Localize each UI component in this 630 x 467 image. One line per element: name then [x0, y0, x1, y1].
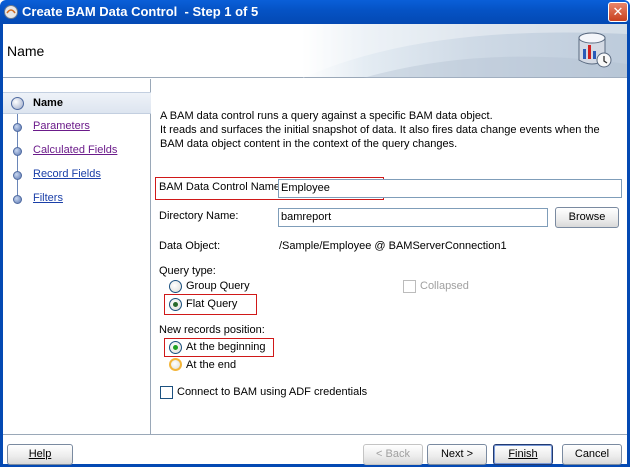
- query-type-label: Query type:: [159, 265, 216, 277]
- description-text: A BAM data control runs a query against …: [160, 109, 620, 151]
- wizard-header: Name: [3, 24, 627, 78]
- wizard-step-nav: Name Parameters Calculated Fields Record…: [3, 79, 151, 434]
- step-dot-icon: [13, 147, 22, 156]
- nav-step-label: Name: [33, 97, 63, 109]
- page-heading: Name: [7, 43, 45, 59]
- flat-query-radio[interactable]: [169, 298, 182, 311]
- next-button-label: Next >: [440, 448, 474, 460]
- footer-separator: [3, 434, 627, 435]
- collapsed-checkbox[interactable]: [403, 280, 416, 293]
- nav-step-name[interactable]: Name: [3, 92, 151, 114]
- nav-step-label: Calculated Fields: [33, 144, 118, 156]
- adf-credentials-label: Connect to BAM using ADF credentials: [177, 386, 368, 398]
- nav-step-label: Filters: [33, 192, 63, 204]
- control-name-label: BAM Data Control Name:: [159, 181, 284, 193]
- nav-step-calculated-fields[interactable]: Calculated Fields: [3, 140, 151, 162]
- data-object-label: Data Object:: [159, 240, 221, 252]
- flat-query-label: Flat Query: [186, 298, 238, 310]
- nav-step-label: Parameters: [33, 120, 90, 132]
- at-beginning-radio[interactable]: [169, 341, 182, 354]
- nav-step-record-fields[interactable]: Record Fields: [3, 164, 151, 186]
- cancel-button-label: Cancel: [574, 448, 610, 460]
- back-button-label: < Back: [376, 448, 410, 460]
- control-name-input[interactable]: Employee: [278, 179, 622, 198]
- wizard-content: A BAM data control runs a query against …: [152, 79, 627, 434]
- new-records-label: New records position:: [159, 324, 265, 336]
- nav-step-filters[interactable]: Filters: [3, 188, 151, 210]
- close-icon: ✕: [612, 4, 624, 19]
- help-button-label: Help: [28, 448, 52, 460]
- directory-name-input[interactable]: bamreport: [278, 208, 548, 227]
- adf-credentials-checkbox[interactable]: [160, 386, 173, 399]
- close-window-button[interactable]: ✕: [608, 2, 628, 22]
- description-line: It reads and surfaces the initial snapsh…: [160, 124, 600, 136]
- nav-step-parameters[interactable]: Parameters: [3, 116, 151, 138]
- jdeveloper-app-icon: [4, 5, 18, 19]
- cancel-button[interactable]: Cancel: [562, 444, 622, 465]
- finish-button[interactable]: Finish: [493, 444, 553, 465]
- window-title-bar: Create BAM Data Control - Step 1 of 5 ✕: [0, 0, 630, 24]
- database-chart-icon: [578, 32, 612, 68]
- description-line: A BAM data control runs a query against …: [160, 110, 493, 122]
- back-button[interactable]: < Back: [363, 444, 423, 465]
- collapsed-label: Collapsed: [420, 280, 469, 292]
- description-line: BAM data object content in the context o…: [160, 138, 458, 150]
- directory-name-label: Directory Name:: [159, 210, 239, 222]
- at-beginning-label: At the beginning: [186, 341, 266, 353]
- step-dot-icon: [13, 123, 22, 132]
- step-dot-icon: [13, 195, 22, 204]
- group-query-radio[interactable]: [169, 280, 182, 293]
- current-step-icon: [11, 97, 24, 110]
- finish-button-label: Finish: [508, 448, 538, 460]
- data-object-value: /Sample/Employee @ BAMServerConnection1: [279, 240, 507, 252]
- window-title: Create BAM Data Control - Step 1 of 5: [22, 4, 259, 19]
- step-dot-icon: [13, 171, 22, 180]
- nav-step-label: Record Fields: [33, 168, 101, 180]
- at-end-label: At the end: [186, 359, 237, 371]
- help-button[interactable]: Help: [7, 444, 73, 465]
- next-button[interactable]: Next >: [427, 444, 487, 465]
- at-end-radio[interactable]: [169, 358, 182, 371]
- browse-button[interactable]: Browse: [555, 207, 619, 228]
- group-query-label: Group Query: [186, 280, 250, 292]
